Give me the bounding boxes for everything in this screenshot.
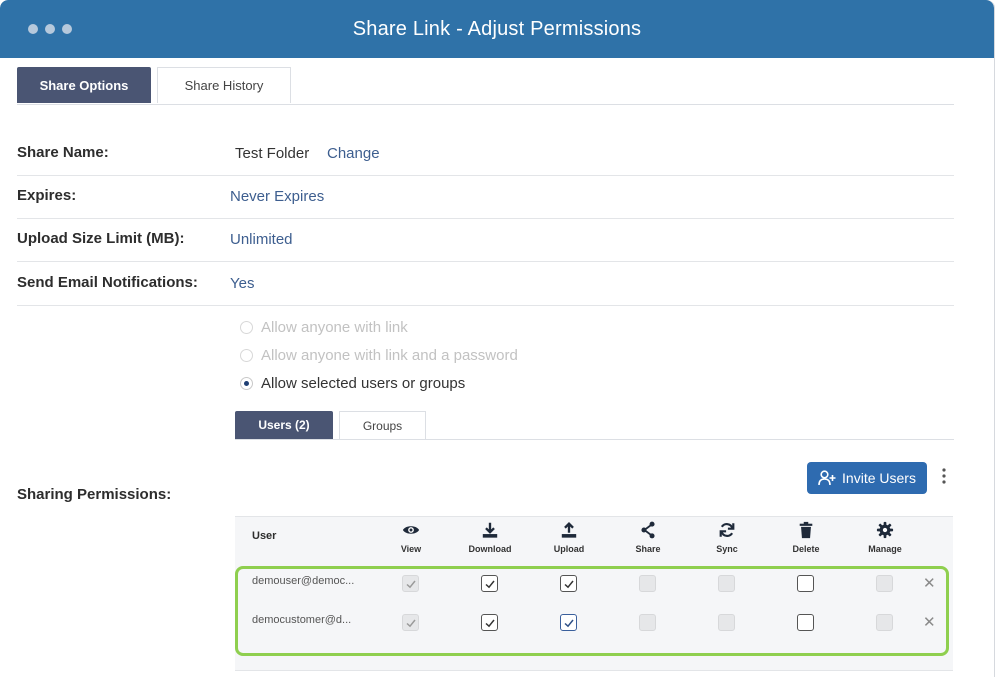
- sharing-permissions-label: Sharing Permissions:: [17, 486, 172, 503]
- access-option-anyone[interactable]: Allow anyone with link: [240, 319, 408, 336]
- download-icon: [482, 522, 498, 538]
- download-checkbox[interactable]: [481, 614, 498, 631]
- share-name-value: Test Folder: [235, 145, 310, 162]
- email-notifications-row: Send Email Notifications: Yes: [17, 262, 954, 306]
- column-share: Share: [613, 521, 683, 554]
- tabs-divider: [17, 104, 954, 105]
- column-manage-label: Manage: [868, 544, 902, 554]
- sync-icon: [719, 523, 735, 537]
- column-download: Download: [455, 521, 525, 554]
- column-delete: Delete: [771, 521, 841, 554]
- window-title: Share Link - Adjust Permissions: [352, 18, 642, 40]
- access-option-selected-users[interactable]: Allow selected users or groups: [240, 375, 465, 392]
- view-checkbox: [402, 614, 419, 631]
- view-checkbox: [402, 575, 419, 592]
- column-manage: Manage: [850, 521, 920, 554]
- column-view: View: [376, 521, 446, 554]
- upload-checkbox[interactable]: [560, 575, 577, 592]
- share-checkbox: [639, 614, 656, 631]
- gear-icon: [876, 521, 894, 539]
- upload-icon: [561, 522, 577, 538]
- permissions-table: User View Download Upload Share Sync Del…: [235, 516, 953, 671]
- upload-limit-value-link[interactable]: Unlimited: [230, 231, 293, 248]
- column-upload: Upload: [534, 521, 604, 554]
- manage-checkbox: [876, 575, 893, 592]
- tab-users[interactable]: Users (2): [235, 411, 333, 439]
- kebab-icon[interactable]: [941, 468, 947, 488]
- user-email: demouser@democ...: [252, 575, 355, 587]
- delete-checkbox[interactable]: [797, 614, 814, 631]
- access-option-label: Allow anyone with link: [261, 319, 408, 336]
- access-option-label: Allow anyone with link and a password: [261, 347, 518, 364]
- main-tabs: Share Options Share History: [17, 67, 291, 103]
- table-row: demouser@democ... ✕: [235, 575, 953, 613]
- table-row: democustomer@d... ✕: [235, 614, 953, 652]
- eye-icon: [402, 526, 420, 534]
- access-option-label: Allow selected users or groups: [261, 375, 466, 392]
- email-notifications-label: Send Email Notifications:: [17, 274, 198, 291]
- sync-checkbox: [718, 575, 735, 592]
- user-group-tabs: Users (2) Groups: [235, 411, 426, 439]
- column-user: User: [252, 530, 277, 542]
- share-checkbox: [639, 575, 656, 592]
- subtabs-divider: [235, 439, 954, 440]
- dialog-content: Share Options Share History Share Name: …: [0, 58, 994, 677]
- close-icon[interactable]: ✕: [923, 574, 936, 592]
- change-share-name-link[interactable]: Change: [327, 145, 380, 162]
- sync-checkbox: [718, 614, 735, 631]
- invite-users-button[interactable]: Invite Users: [807, 462, 927, 494]
- share-name-row: Share Name: Test Folder Change: [17, 132, 954, 176]
- download-checkbox[interactable]: [481, 575, 498, 592]
- column-download-label: Download: [468, 544, 512, 554]
- column-delete-label: Delete: [792, 544, 820, 554]
- upload-checkbox[interactable]: [560, 614, 577, 631]
- expires-row: Expires: Never Expires: [17, 175, 954, 219]
- invite-users-label: Invite Users: [842, 470, 916, 486]
- tab-share-options[interactable]: Share Options: [17, 67, 151, 103]
- share-name-label: Share Name:: [17, 144, 109, 161]
- column-view-label: View: [400, 544, 422, 554]
- manage-checkbox: [876, 614, 893, 631]
- column-upload-label: Upload: [553, 544, 585, 554]
- radio-selected-users[interactable]: [240, 377, 253, 390]
- email-notifications-value-link[interactable]: Yes: [230, 275, 254, 292]
- upload-limit-label: Upload Size Limit (MB):: [17, 230, 185, 247]
- column-sync: Sync: [692, 521, 762, 554]
- tab-share-history[interactable]: Share History: [157, 67, 291, 103]
- column-sync-label: Sync: [716, 544, 738, 554]
- access-option-password[interactable]: Allow anyone with link and a password: [240, 347, 518, 364]
- share-icon: [641, 521, 655, 539]
- user-email: democustomer@d...: [252, 614, 352, 626]
- upload-limit-row: Upload Size Limit (MB): Unlimited: [17, 218, 954, 262]
- radio-anyone[interactable]: [240, 321, 253, 334]
- table-bottom-divider: [235, 670, 953, 671]
- radio-password[interactable]: [240, 349, 253, 362]
- tab-groups[interactable]: Groups: [339, 411, 426, 439]
- delete-checkbox[interactable]: [797, 575, 814, 592]
- title-bar: Share Link - Adjust Permissions: [0, 0, 994, 58]
- share-link-dialog: Share Link - Adjust Permissions Share Op…: [0, 0, 995, 677]
- expires-label: Expires:: [17, 187, 77, 204]
- trash-icon: [799, 521, 813, 539]
- add-user-icon: [818, 470, 836, 486]
- expires-value-link[interactable]: Never Expires: [230, 188, 324, 205]
- close-icon[interactable]: ✕: [923, 613, 936, 631]
- column-share-label: Share: [635, 544, 661, 554]
